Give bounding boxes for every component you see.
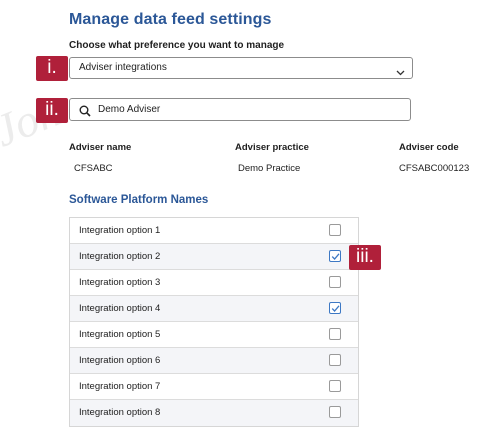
platform-row[interactable]: Integration option 8 <box>70 400 358 426</box>
platform-label: Integration option 6 <box>79 355 161 366</box>
platform-label: Integration option 3 <box>79 277 161 288</box>
preference-dropdown[interactable]: Adviser integrations <box>69 57 413 79</box>
marker-iii: iii. <box>349 245 381 270</box>
preference-label: Choose what preference you want to manag… <box>69 40 285 51</box>
adviser-name-header: Adviser name <box>69 142 132 153</box>
platform-label: Integration option 1 <box>79 225 161 236</box>
platform-row[interactable]: Integration option 2 <box>70 244 358 270</box>
platform-checkbox[interactable] <box>329 406 341 418</box>
platform-checkbox[interactable] <box>329 380 341 392</box>
marker-ii: ii. <box>36 98 68 123</box>
platform-row[interactable]: Integration option 6 <box>70 348 358 374</box>
adviser-code-header: Adviser code <box>399 142 459 153</box>
platform-label: Integration option 2 <box>79 251 161 262</box>
chevron-down-icon <box>396 64 405 84</box>
platforms-title: Software Platform Names <box>69 194 209 206</box>
platform-label: Integration option 5 <box>79 329 161 340</box>
adviser-search <box>69 98 411 121</box>
marker-i: i. <box>36 56 68 81</box>
checkmark-icon <box>331 253 340 260</box>
platforms-table: Integration option 1 Integration option 2… <box>69 217 359 427</box>
adviser-name-value: CFSABC <box>74 163 113 174</box>
platform-checkbox[interactable] <box>329 302 341 314</box>
platform-checkbox[interactable] <box>329 328 341 340</box>
platform-row[interactable]: Integration option 3 <box>70 270 358 296</box>
platform-checkbox[interactable] <box>329 276 341 288</box>
platform-checkbox[interactable] <box>329 224 341 236</box>
adviser-practice-header: Adviser practice <box>235 142 309 153</box>
platform-row[interactable]: Integration option 1 <box>70 218 358 244</box>
preference-selected-value: Adviser integrations <box>79 62 167 73</box>
platform-row[interactable]: Integration option 7 <box>70 374 358 400</box>
platform-label: Integration option 4 <box>79 303 161 314</box>
platform-row[interactable]: Integration option 5 <box>70 322 358 348</box>
search-icon <box>79 104 91 122</box>
search-input[interactable] <box>98 102 398 117</box>
platform-label: Integration option 7 <box>79 381 161 392</box>
platform-label: Integration option 8 <box>79 407 161 418</box>
platform-checkbox[interactable] <box>329 250 341 262</box>
adviser-code-value: CFSABC000123 <box>399 163 470 174</box>
checkmark-icon <box>331 305 340 312</box>
page-title: Manage data feed settings <box>69 11 272 28</box>
platform-row[interactable]: Integration option 4 <box>70 296 358 322</box>
platform-checkbox[interactable] <box>329 354 341 366</box>
adviser-practice-value: Demo Practice <box>238 163 301 174</box>
